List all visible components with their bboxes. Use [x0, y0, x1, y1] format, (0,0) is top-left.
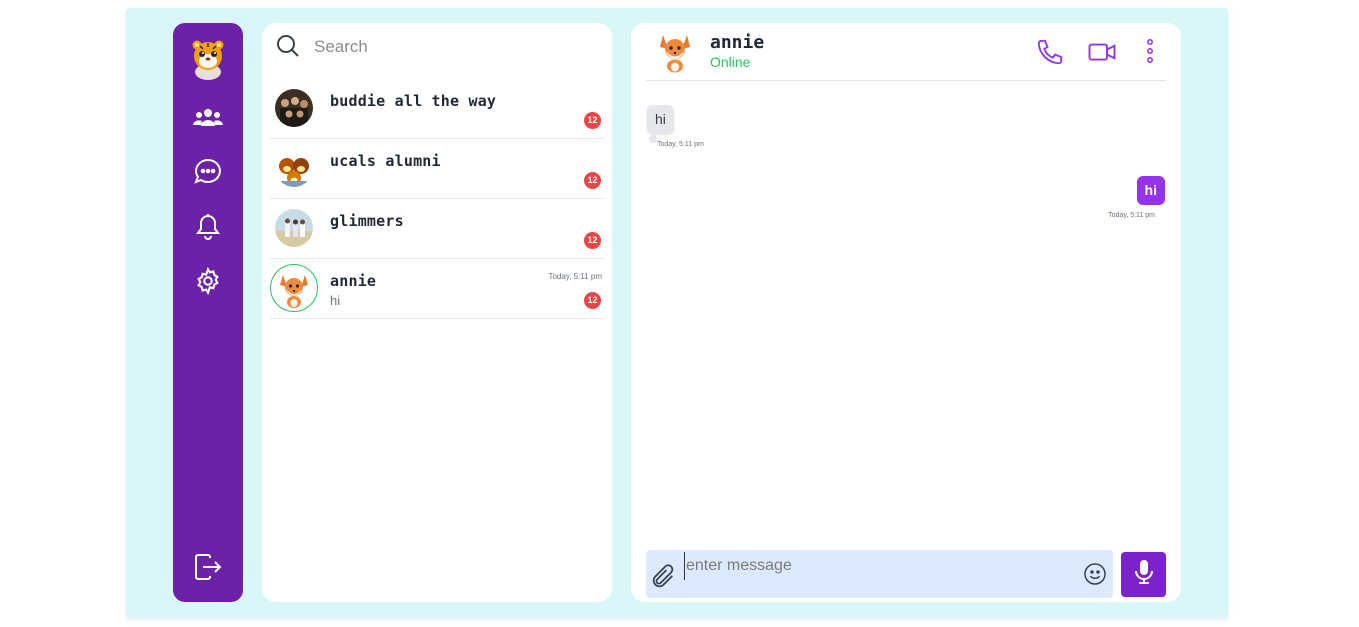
emoji-icon[interactable]	[1083, 562, 1107, 591]
bell-icon[interactable]	[193, 212, 223, 242]
search-input[interactable]	[312, 33, 596, 61]
annie-avatar[interactable]	[656, 31, 694, 73]
chat-name: annie	[330, 272, 377, 290]
incoming-message: hi	[647, 105, 674, 134]
unread-badge: 12	[584, 232, 601, 249]
online-status: Online	[710, 54, 751, 70]
message-input[interactable]	[684, 552, 1068, 580]
group-avatar	[275, 149, 313, 187]
paperclip-icon[interactable]	[649, 563, 677, 596]
chat-name: buddie all the way	[330, 92, 497, 110]
group-avatar	[275, 209, 313, 247]
message-time: Today, 5:11 pm	[1108, 212, 1155, 219]
contact-name: annie	[710, 32, 765, 53]
chat-item-glimmers[interactable]: glimmers 12	[270, 198, 605, 259]
phone-icon[interactable]	[1035, 37, 1065, 72]
group-avatar	[275, 89, 313, 127]
message-tail	[649, 135, 657, 143]
unread-badge: 12	[584, 172, 601, 189]
chat-app: buddie all the way 12 ucals alumni 12	[126, 8, 1228, 618]
groups-icon[interactable]	[193, 103, 223, 133]
more-vertical-icon[interactable]	[1145, 37, 1155, 70]
chat-item-ucals[interactable]: ucals alumni 12	[270, 138, 605, 199]
chat-item-annie[interactable]: annie hi Today, 5:11 pm 12	[270, 258, 605, 319]
chat-time: Today, 5:11 pm	[548, 272, 602, 281]
message-composer	[646, 550, 1113, 598]
unread-badge: 12	[584, 292, 601, 309]
chat-item-buddie[interactable]: buddie all the way 12	[270, 78, 605, 139]
annie-avatar	[270, 264, 318, 312]
chat-bubble-icon[interactable]	[193, 157, 223, 187]
chat-name: glimmers	[330, 212, 404, 230]
chat-preview: hi	[330, 293, 341, 308]
conversation-header: annie Online	[646, 23, 1166, 81]
search-icon[interactable]	[276, 34, 300, 63]
chat-name: ucals alumni	[330, 152, 441, 170]
outgoing-message: hi	[1136, 176, 1165, 205]
microphone-icon	[1134, 559, 1154, 590]
sidebar	[173, 23, 243, 602]
gear-icon[interactable]	[193, 266, 223, 296]
search-bar	[274, 31, 604, 61]
chat-list-panel: buddie all the way 12 ucals alumni 12	[262, 23, 612, 602]
video-camera-icon[interactable]	[1087, 37, 1117, 72]
message-time: Today, 5:11 pm	[657, 141, 704, 148]
microphone-button[interactable]	[1121, 552, 1166, 597]
tiger-avatar-icon[interactable]	[188, 38, 228, 80]
logout-icon[interactable]	[193, 552, 223, 582]
conversation-panel: annie Online hi Today, 5:11 pm hi Today,…	[631, 23, 1181, 602]
unread-badge: 12	[584, 112, 601, 129]
